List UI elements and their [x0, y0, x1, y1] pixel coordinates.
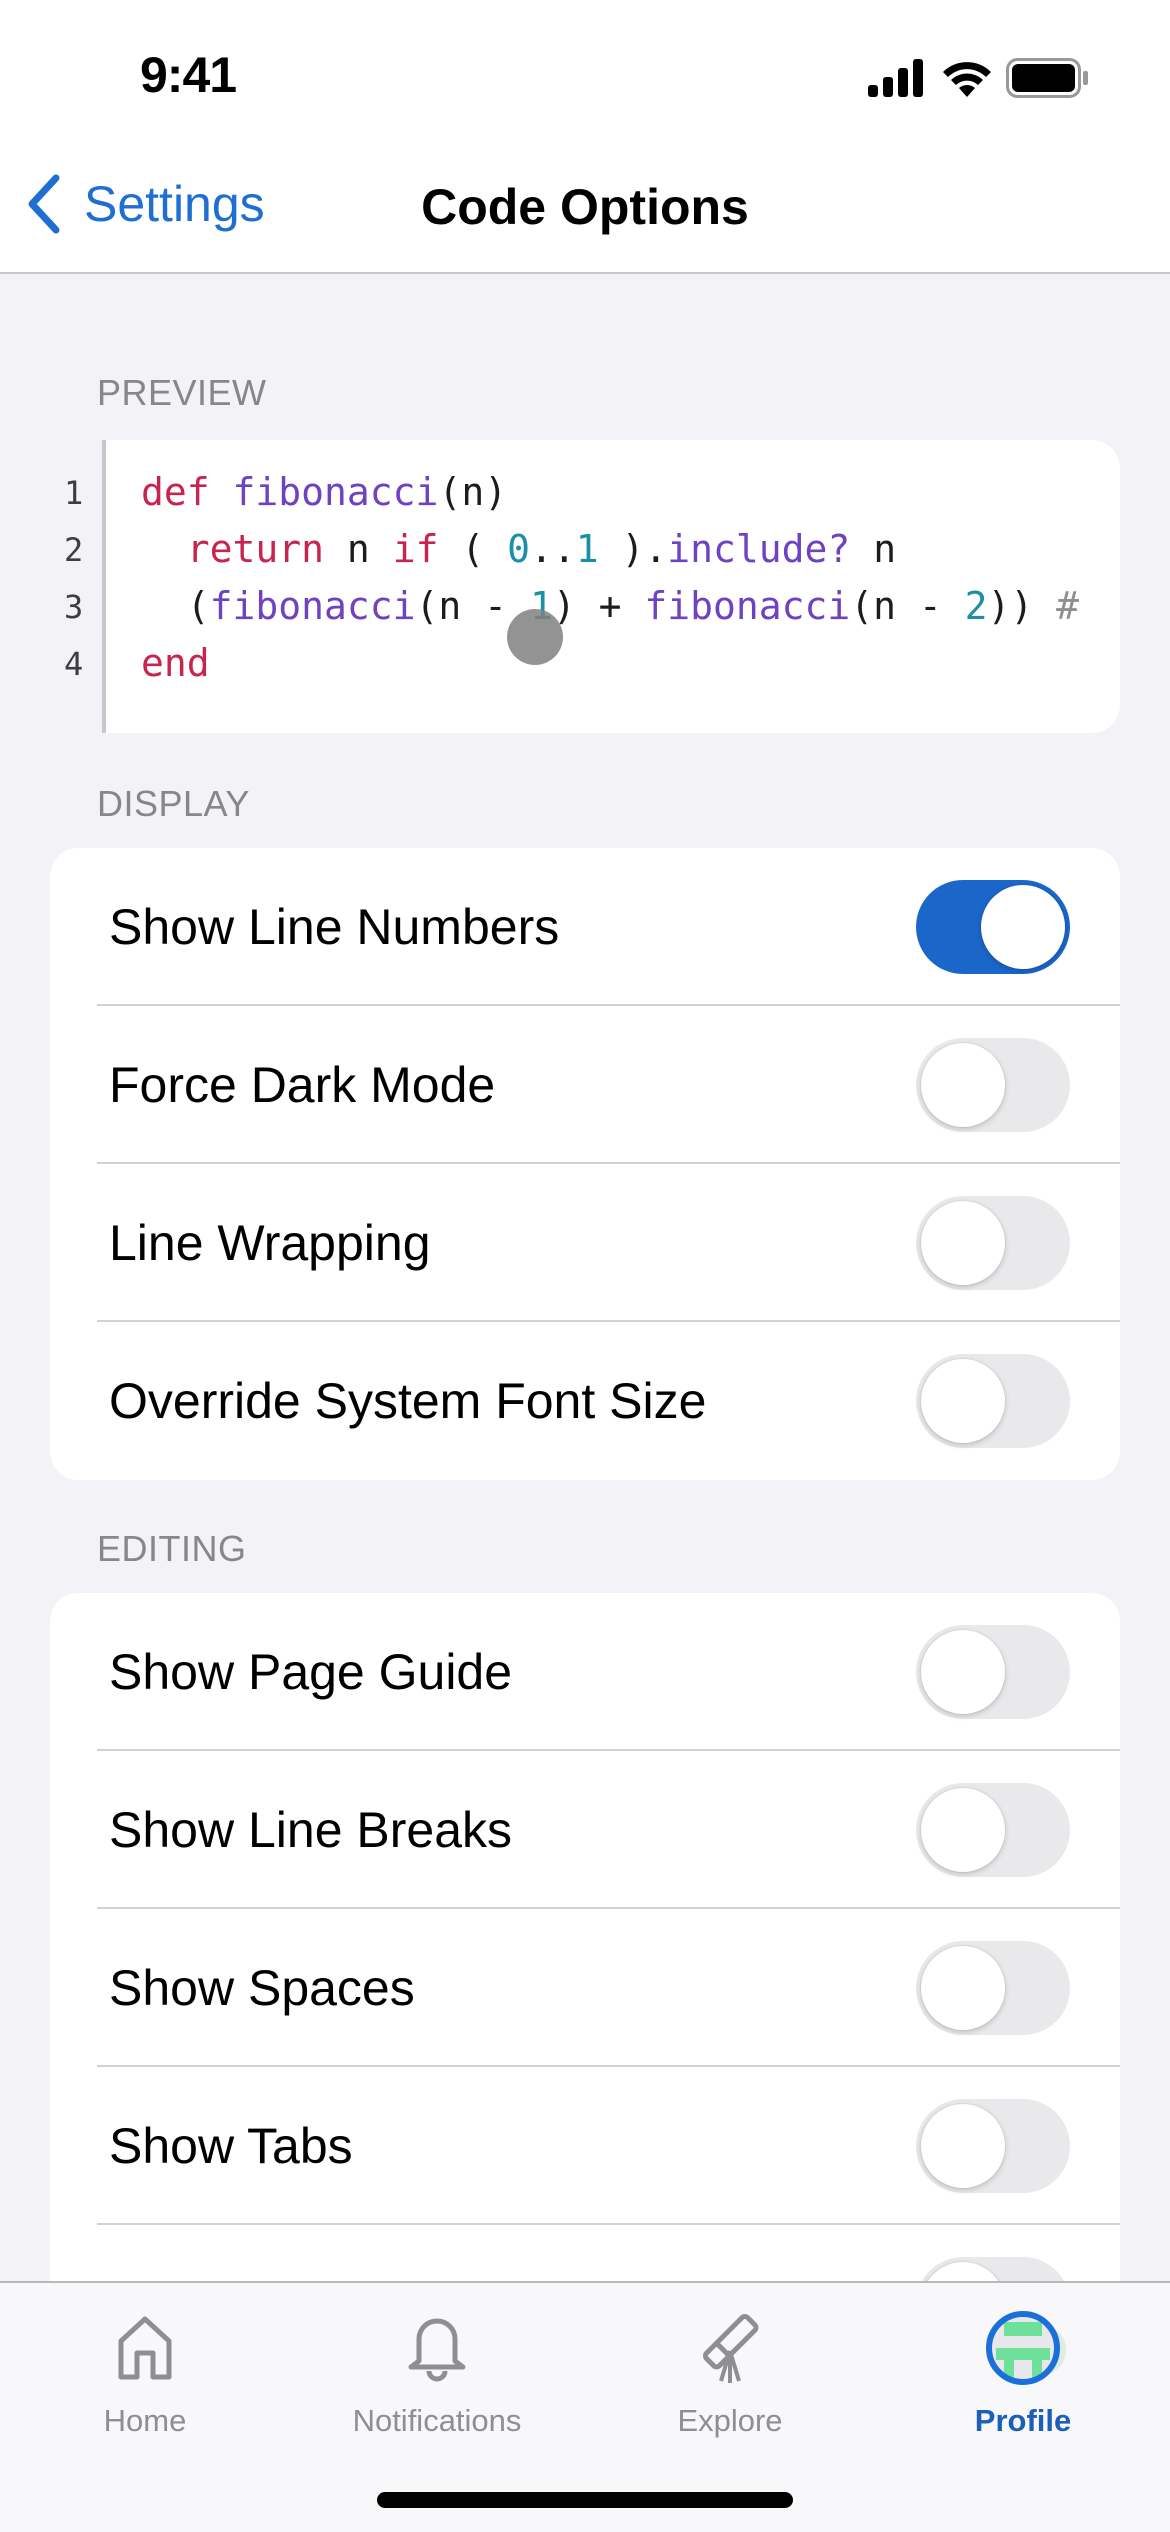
code-token: return: [186, 527, 325, 571]
code-token: n: [850, 527, 897, 571]
tab-explore[interactable]: Explore: [620, 2303, 840, 2453]
setting-row-show-line-numbers: Show Line Numbers: [50, 848, 1120, 1006]
setting-row-show-line-breaks: Show Line Breaks: [50, 1751, 1120, 1909]
toggle-knob: [921, 1788, 1005, 1872]
setting-row-show-page-guide: Show Page Guide: [50, 1593, 1120, 1751]
code-token: 2: [964, 584, 988, 628]
code-token: #: [1056, 584, 1080, 628]
code-token: fibonacci: [232, 470, 439, 514]
code-token: fibonacci: [644, 584, 851, 628]
toggle-show-line-numbers[interactable]: [916, 880, 1070, 974]
editing-settings-group: Show Page Guide Show Line Breaks Show Sp…: [50, 1593, 1120, 2283]
setting-row-partial: [50, 2225, 1120, 2283]
code-token: n: [324, 527, 393, 571]
gutter-divider: [102, 440, 106, 733]
line-number: 2: [64, 531, 84, 569]
code-token: fibonacci: [209, 584, 416, 628]
battery-icon: [1006, 58, 1088, 98]
code-token: if: [392, 527, 439, 571]
setting-label: Show Tabs: [109, 2118, 353, 2174]
status-time: 9:41: [140, 47, 237, 103]
cellular-signal-icon: [868, 59, 923, 97]
toggle-line-wrapping[interactable]: [916, 1196, 1070, 1290]
toggle-knob: [981, 885, 1065, 969]
toggle-knob: [921, 1043, 1005, 1127]
setting-label: Line Wrapping: [109, 1215, 431, 1271]
code-token: include?: [667, 527, 851, 571]
tab-notifications[interactable]: Notifications: [327, 2303, 547, 2453]
toggle-knob: [921, 1201, 1005, 1285]
toggle-show-line-breaks[interactable]: [916, 1783, 1070, 1877]
setting-label: Override System Font Size: [109, 1373, 707, 1429]
code-token: )): [987, 584, 1057, 628]
setting-label: Show Spaces: [109, 1960, 415, 2016]
section-header-editing: EDITING: [97, 1528, 247, 1569]
profile-avatar-icon: [986, 2311, 1066, 2385]
tab-home[interactable]: Home: [35, 2303, 255, 2453]
code-line: return n if ( 0..1 ).include? n: [141, 527, 896, 571]
code-token: ..: [529, 527, 576, 571]
navigation-bar: Settings Code Options: [0, 150, 1170, 274]
line-number: 4: [64, 645, 84, 683]
tab-label: Profile: [974, 2403, 1072, 2438]
display-settings-group: Show Line Numbers Force Dark Mode Line W…: [50, 848, 1120, 1480]
setting-row-show-tabs: Show Tabs: [50, 2067, 1120, 2225]
setting-label: Force Dark Mode: [109, 1057, 496, 1113]
page-title: Code Options: [421, 179, 749, 235]
code-line: def fibonacci(n): [141, 470, 507, 514]
toggle-knob: [921, 1946, 1005, 2030]
code-line: end: [141, 641, 210, 685]
tab-label: Notifications: [352, 2403, 522, 2438]
telescope-icon: [702, 2313, 759, 2383]
tab-profile[interactable]: Profile: [913, 2303, 1133, 2453]
section-header-preview: PREVIEW: [97, 372, 267, 413]
setting-row-override-font-size: Override System Font Size: [50, 1322, 1120, 1480]
setting-row-line-wrapping: Line Wrapping: [50, 1164, 1120, 1322]
code-token: (: [438, 527, 508, 571]
code-token: 0: [507, 527, 530, 571]
toggle-override-font-size[interactable]: [916, 1354, 1070, 1448]
toggle-partial[interactable]: [916, 2257, 1070, 2283]
home-indicator: [377, 2492, 793, 2508]
code-token: def: [141, 470, 210, 514]
setting-label: Show Line Numbers: [109, 899, 560, 955]
toggle-force-dark-mode[interactable]: [916, 1038, 1070, 1132]
code-token: ).: [598, 527, 668, 571]
bell-icon: [408, 2318, 466, 2382]
touch-indicator: [507, 609, 563, 665]
home-icon: [118, 2316, 172, 2380]
code-token: 1: [575, 527, 599, 571]
code-token: ) +: [552, 584, 645, 628]
toggle-show-page-guide[interactable]: [916, 1625, 1070, 1719]
code-preview: 1 2 3 4 def fibonacci(n) return n if ( 0…: [50, 440, 1120, 733]
code-token: (n): [438, 470, 508, 514]
setting-row-force-dark-mode: Force Dark Mode: [50, 1006, 1120, 1164]
section-header-display: DISPLAY: [97, 783, 250, 824]
toggle-knob: [921, 1630, 1005, 1714]
wifi-icon: [943, 62, 991, 97]
tab-label: Home: [103, 2403, 187, 2438]
line-number: 1: [64, 474, 84, 512]
status-bar: 9:41: [0, 0, 1170, 150]
code-token: (n -: [850, 584, 965, 628]
toggle-show-spaces[interactable]: [916, 1941, 1070, 2035]
toggle-show-tabs[interactable]: [916, 2099, 1070, 2193]
toggle-knob: [921, 2104, 1005, 2188]
line-number: 3: [64, 588, 84, 626]
code-token: (: [141, 584, 210, 628]
code-line: (fibonacci(n - 1) + fibonacci(n - 2)) #: [141, 584, 1079, 628]
code-token: end: [141, 641, 210, 685]
toggle-knob: [921, 1359, 1005, 1443]
tab-label: Explore: [677, 2403, 783, 2438]
setting-label: Show Line Breaks: [109, 1802, 513, 1858]
toggle-knob: [921, 2262, 1005, 2283]
setting-label: Show Page Guide: [109, 1644, 513, 1700]
status-icons: [868, 58, 1090, 98]
setting-row-show-spaces: Show Spaces: [50, 1909, 1120, 2067]
